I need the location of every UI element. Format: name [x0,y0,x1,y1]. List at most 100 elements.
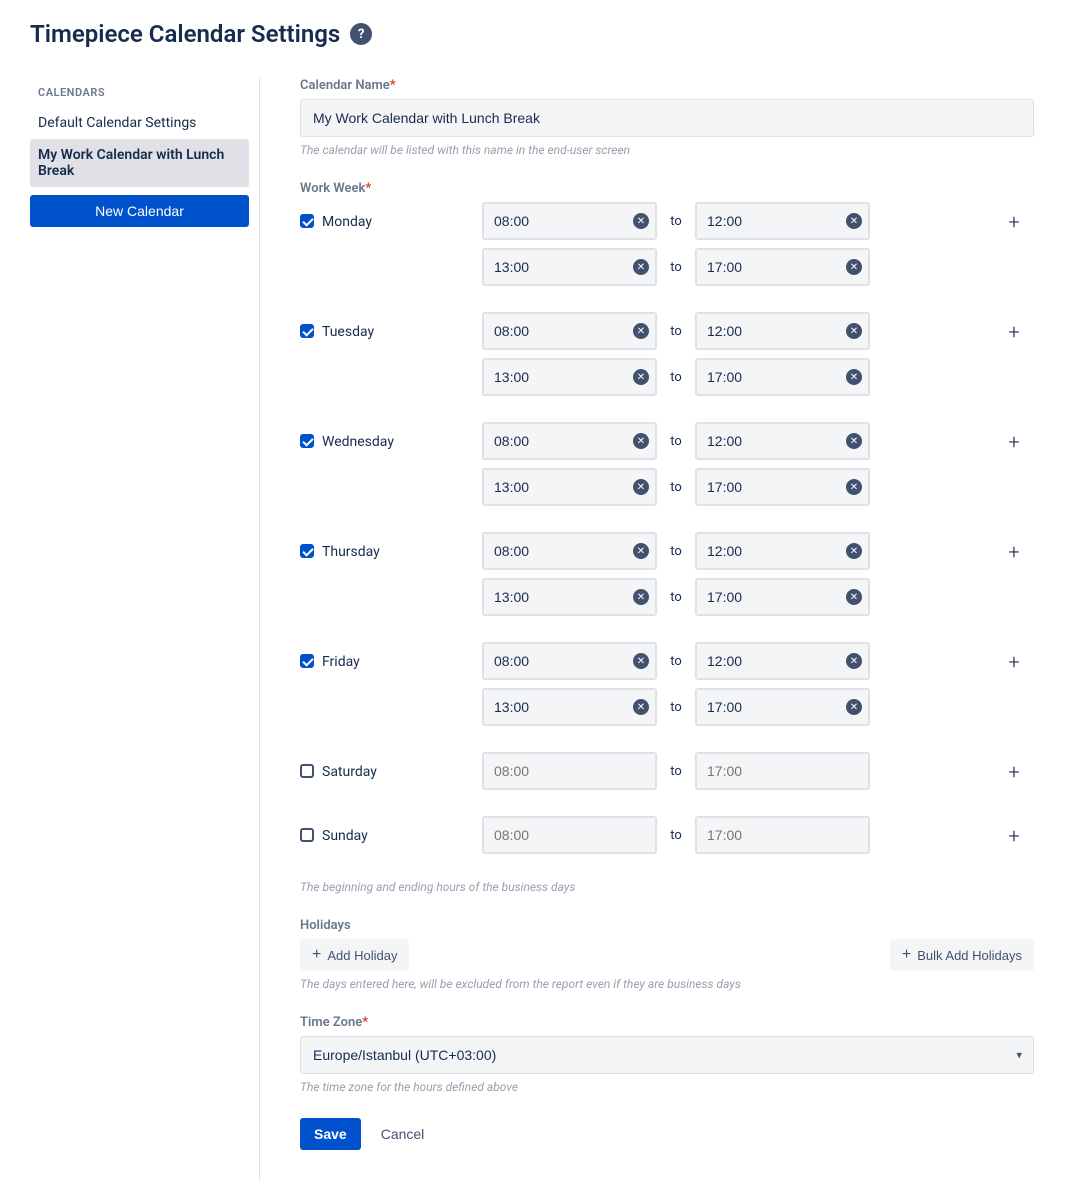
end-time-input[interactable] [695,578,870,616]
clear-icon[interactable]: ✕ [633,699,649,715]
day-checkbox[interactable] [300,828,314,842]
day-checkbox[interactable] [300,214,314,228]
to-label: to [667,590,685,605]
timezone-hint: The time zone for the hours defined abov… [300,1080,1034,1094]
clear-icon[interactable]: ✕ [846,323,862,339]
sidebar-heading: CALENDARS [30,78,249,107]
to-label: to [667,480,685,495]
day-row: Sunday to + [300,816,1034,862]
end-time-input[interactable] [695,752,870,790]
add-slot-icon[interactable]: + [1008,542,1019,562]
clear-icon[interactable]: ✕ [846,213,862,229]
to-label: to [667,260,685,275]
to-label: to [667,828,685,843]
day-checkbox[interactable] [300,764,314,778]
to-label: to [667,434,685,449]
add-slot-icon[interactable]: + [1008,212,1019,232]
start-time-input[interactable] [482,752,657,790]
clear-icon[interactable]: ✕ [633,259,649,275]
start-time-input[interactable] [482,248,657,286]
clear-icon[interactable]: ✕ [633,479,649,495]
day-label: Sunday [322,816,482,844]
clear-icon[interactable]: ✕ [846,433,862,449]
day-checkbox[interactable] [300,544,314,558]
clear-icon[interactable]: ✕ [633,653,649,669]
end-time-input[interactable] [695,532,870,570]
end-time-input[interactable] [695,468,870,506]
page-title: Timepiece Calendar Settings [30,20,340,48]
start-time-input[interactable] [482,468,657,506]
clear-icon[interactable]: ✕ [846,479,862,495]
day-checkbox[interactable] [300,324,314,338]
new-calendar-button[interactable]: New Calendar [30,195,249,227]
clear-icon[interactable]: ✕ [633,543,649,559]
day-label: Thursday [322,532,482,560]
clear-icon[interactable]: ✕ [846,259,862,275]
day-label: Friday [322,642,482,670]
sidebar-item-calendar[interactable]: My Work Calendar with Lunch Break [30,139,249,187]
save-button[interactable]: Save [300,1118,361,1150]
end-time-input[interactable] [695,202,870,240]
timezone-label: Time Zone* [300,1015,1034,1030]
workweek-label: Work Week* [300,181,1034,196]
start-time-input[interactable] [482,688,657,726]
day-row: Saturday to + [300,752,1034,798]
clear-icon[interactable]: ✕ [633,589,649,605]
main-form: Calendar Name* The calendar will be list… [290,78,1044,1180]
clear-icon[interactable]: ✕ [633,323,649,339]
holidays-hint: The days entered here, will be excluded … [300,977,1034,991]
end-time-input[interactable] [695,358,870,396]
end-time-input[interactable] [695,312,870,350]
start-time-input[interactable] [482,422,657,460]
day-label: Wednesday [322,422,482,450]
start-time-input[interactable] [482,642,657,680]
end-time-input[interactable] [695,688,870,726]
start-time-input[interactable] [482,578,657,616]
day-row: Monday ✕ to ✕ ✕ to ✕ + [300,202,1034,294]
bulk-add-holidays-button[interactable]: +Bulk Add Holidays [890,939,1034,971]
help-icon[interactable]: ? [350,23,372,45]
clear-icon[interactable]: ✕ [846,653,862,669]
add-holiday-button[interactable]: +Add Holiday [300,939,409,971]
start-time-input[interactable] [482,816,657,854]
clear-icon[interactable]: ✕ [846,699,862,715]
start-time-input[interactable] [482,358,657,396]
clear-icon[interactable]: ✕ [633,213,649,229]
day-checkbox[interactable] [300,434,314,448]
to-label: to [667,764,685,779]
day-label: Saturday [322,752,482,780]
to-label: to [667,214,685,229]
clear-icon[interactable]: ✕ [633,369,649,385]
add-slot-icon[interactable]: + [1008,432,1019,452]
cancel-button[interactable]: Cancel [371,1118,435,1150]
clear-icon[interactable]: ✕ [846,543,862,559]
sidebar-item-calendar[interactable]: Default Calendar Settings [30,107,249,139]
sidebar: CALENDARS Default Calendar SettingsMy Wo… [30,78,260,1180]
add-slot-icon[interactable]: + [1008,826,1019,846]
holidays-label: Holidays [300,918,1034,933]
add-slot-icon[interactable]: + [1008,652,1019,672]
calendar-name-input[interactable] [300,99,1034,137]
start-time-input[interactable] [482,532,657,570]
start-time-input[interactable] [482,312,657,350]
day-row: Wednesday ✕ to ✕ ✕ to ✕ + [300,422,1034,514]
end-time-input[interactable] [695,642,870,680]
day-checkbox[interactable] [300,654,314,668]
start-time-input[interactable] [482,202,657,240]
to-label: to [667,370,685,385]
end-time-input[interactable] [695,422,870,460]
clear-icon[interactable]: ✕ [846,369,862,385]
add-slot-icon[interactable]: + [1008,762,1019,782]
calendar-name-hint: The calendar will be listed with this na… [300,143,1034,157]
clear-icon[interactable]: ✕ [846,589,862,605]
calendar-name-label: Calendar Name* [300,78,1034,93]
timezone-select[interactable] [300,1036,1034,1074]
to-label: to [667,700,685,715]
to-label: to [667,544,685,559]
to-label: to [667,654,685,669]
end-time-input[interactable] [695,248,870,286]
day-label: Monday [322,202,482,230]
add-slot-icon[interactable]: + [1008,322,1019,342]
clear-icon[interactable]: ✕ [633,433,649,449]
end-time-input[interactable] [695,816,870,854]
